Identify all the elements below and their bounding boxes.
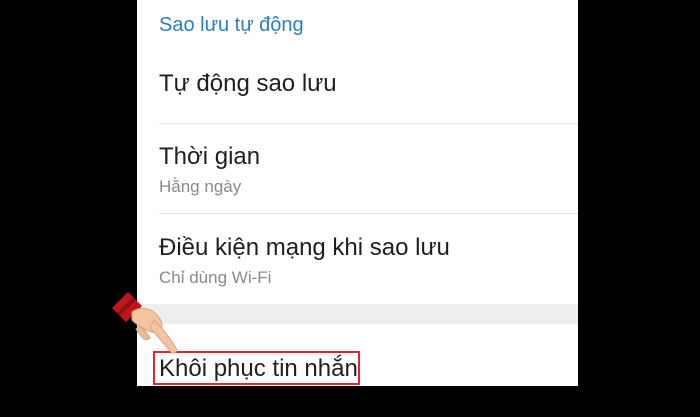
divider <box>159 213 578 214</box>
section-title-auto-backup: Sao lưu tự động <box>159 14 304 36</box>
settings-screen: Sao lưu tự động Tự động sao lưu Thời gia… <box>137 0 578 386</box>
setting-network-condition-label: Điều kiện mạng khi sao lưu <box>159 234 450 261</box>
screenshot-stage: Sao lưu tự động Tự động sao lưu Thời gia… <box>0 0 700 417</box>
setting-auto-backup-label: Tự động sao lưu <box>159 70 337 97</box>
setting-backup-time-value: Hằng ngày <box>159 177 242 196</box>
divider <box>159 123 578 124</box>
section-separator <box>137 304 578 324</box>
setting-network-condition-value: Chỉ dùng Wi-Fi <box>159 268 272 287</box>
index-finger-shape <box>149 319 177 354</box>
pointing-hand-icon <box>112 292 177 354</box>
bottom-bar <box>137 386 578 417</box>
setting-backup-time-label: Thời gian <box>159 143 261 170</box>
